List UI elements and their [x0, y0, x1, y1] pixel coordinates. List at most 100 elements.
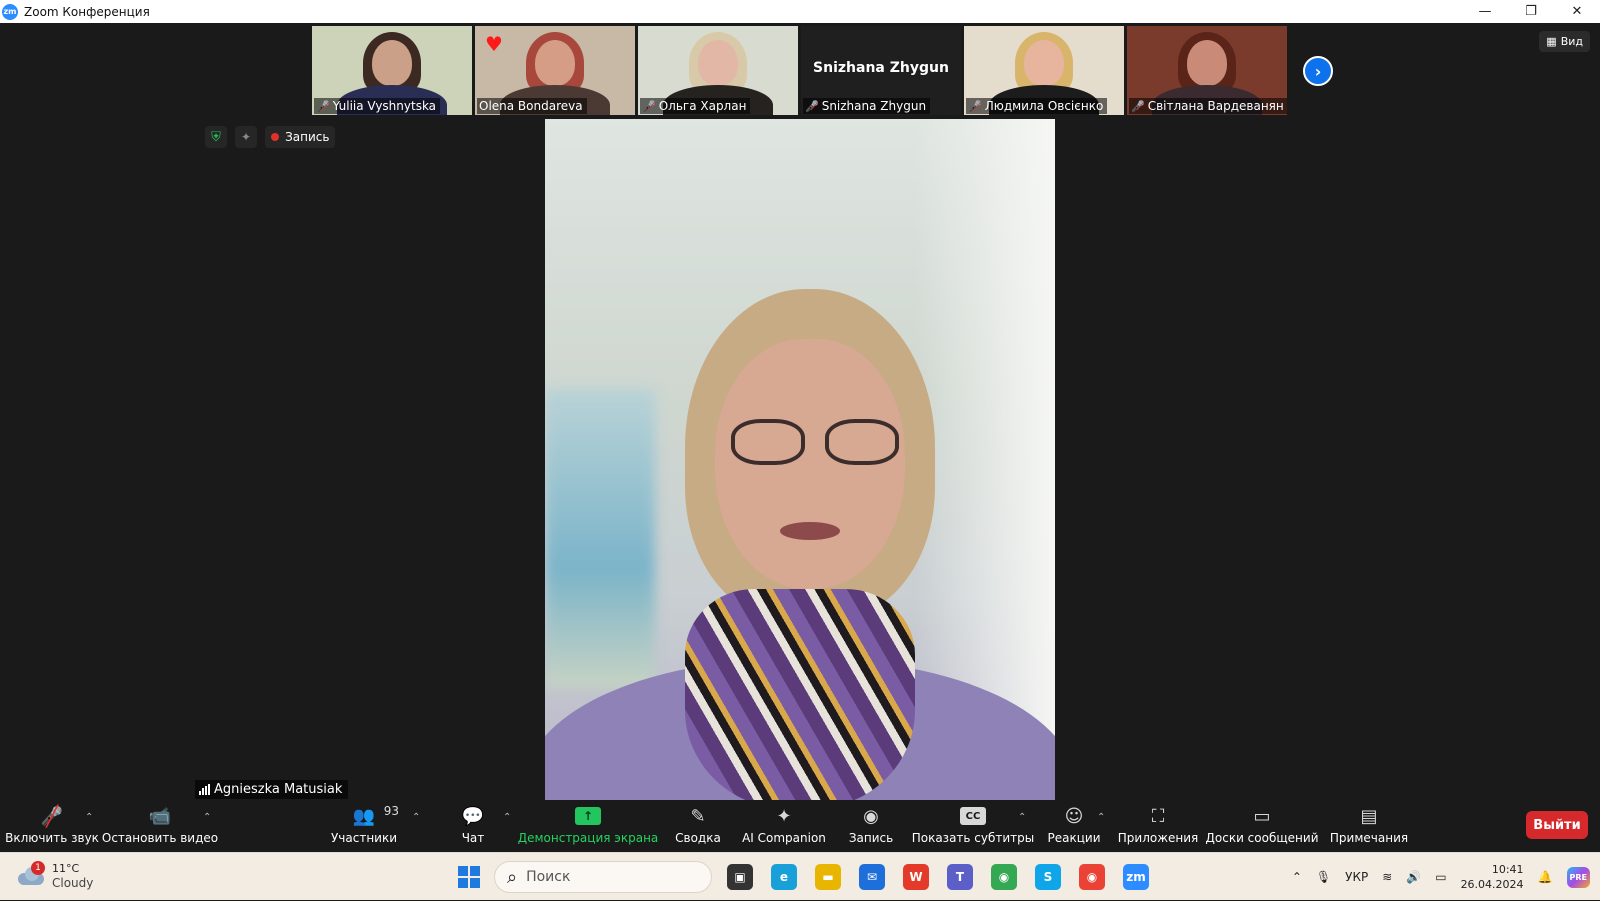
- participant-strip: 🎤̸ Yuliia Vyshnytska ♥ Olena Bondareva 🎤̸ Оль…: [312, 26, 1287, 115]
- participant-name: Людмила Овсієнко: [984, 99, 1104, 113]
- record-icon: ◉: [863, 805, 879, 827]
- video-camera-icon: 📹: [148, 805, 172, 827]
- taskbar-search[interactable]: ⌕ Поиск: [494, 861, 712, 893]
- meeting-stage: 🎤̸ Yuliia Vyshnytska ♥ Olena Bondareva 🎤̸ Оль…: [0, 23, 1600, 800]
- window-title-bar: zm Zoom Конференция — ❐ ✕: [0, 0, 1600, 23]
- participant-name: Ольга Харлан: [658, 99, 747, 113]
- ai-companion-status[interactable]: ✦: [235, 126, 258, 148]
- close-button[interactable]: ✕: [1554, 0, 1600, 23]
- microphone-icon[interactable]: 🎙: [1316, 870, 1331, 884]
- closed-captions-icon: CC: [960, 807, 986, 825]
- tile-name-tag: Olena Bondareva: [477, 98, 587, 114]
- explorer-app-icon[interactable]: ▬: [815, 864, 841, 890]
- speaker-mouth: [780, 522, 840, 540]
- participant-count: 93: [383, 804, 400, 818]
- skype-app-icon[interactable]: S: [1035, 864, 1061, 890]
- tray-overflow-chevron-icon[interactable]: ⌃: [1292, 870, 1302, 884]
- chrome-alt-app-icon[interactable]: ◉: [991, 864, 1017, 890]
- notifications-bell-icon[interactable]: 🔔: [1538, 870, 1553, 884]
- reactions-button[interactable]: ☺ Реакции: [1048, 803, 1101, 851]
- unmute-label: Включить звук: [5, 831, 99, 845]
- participants-options-caret-icon[interactable]: ⌃: [412, 812, 420, 823]
- mic-muted-icon: 🎤̸: [968, 99, 982, 113]
- meeting-status-row: ⛨ ✦ Запись: [205, 126, 336, 148]
- chat-bubble-icon: 💬: [461, 805, 485, 827]
- tile-person-face: [372, 40, 412, 86]
- restore-button[interactable]: ❐: [1508, 0, 1554, 23]
- chrome-app-icon[interactable]: ◉: [1079, 864, 1105, 890]
- windows-taskbar: 1 11°C Cloudy ⌕ Поиск ▣ e ▬ ✉ W T ◉ S ◉ zm ⌃ 🎙 УК…: [0, 852, 1600, 900]
- next-page-arrow-icon[interactable]: ›: [1303, 56, 1333, 86]
- video-options-caret-icon[interactable]: ⌃: [203, 812, 211, 823]
- show-captions-label: Показать субтитры: [911, 831, 1035, 845]
- sparkle-icon: ✦: [241, 130, 252, 144]
- mic-muted-icon: 🎤̸: [316, 99, 330, 113]
- audio-options-caret-icon[interactable]: ⌃: [85, 812, 93, 823]
- active-speaker-name: Agnieszka Matusiak: [214, 782, 343, 797]
- mail-app-icon[interactable]: ✉: [859, 864, 885, 890]
- tile-center-name: Snizhana Zhygun: [813, 60, 949, 76]
- notes-icon: ▤: [1360, 805, 1378, 827]
- chat-button[interactable]: 💬 Чат: [458, 803, 488, 851]
- windows-start-icon[interactable]: [458, 866, 480, 888]
- participants-button[interactable]: 👥 93 Участники: [331, 803, 399, 851]
- summary-button[interactable]: ✎ Сводка: [674, 803, 722, 851]
- teams-app-icon[interactable]: T: [947, 864, 973, 890]
- participant-name: Olena Bondareva: [479, 99, 583, 113]
- stop-video-button[interactable]: 📹 Остановить видео: [102, 803, 218, 851]
- whiteboards-label: Доски сообщений: [1205, 831, 1319, 845]
- participant-tile[interactable]: ♥ Olena Bondareva: [475, 26, 635, 115]
- participant-name: Snizhana Zhygun: [821, 99, 927, 113]
- apps-button[interactable]: ⛶ Приложения: [1118, 803, 1199, 851]
- record-button[interactable]: ◉ Запись: [849, 803, 893, 851]
- participant-tile[interactable]: 🎤̸ Ольга Харлан: [638, 26, 798, 115]
- recording-indicator[interactable]: Запись: [265, 126, 336, 148]
- weather-temperature: 11°C: [52, 862, 80, 875]
- language-indicator[interactable]: УКР: [1345, 870, 1368, 884]
- copilot-icon[interactable]: PRE: [1566, 866, 1590, 888]
- active-speaker-video[interactable]: [545, 119, 1055, 800]
- weather-widget[interactable]: 1 11°C Cloudy: [18, 861, 93, 891]
- speaker-glasses: [731, 419, 901, 469]
- wifi-icon[interactable]: ≋: [1382, 870, 1392, 884]
- captions-options-caret-icon[interactable]: ⌃: [1018, 812, 1026, 823]
- tile-person-face: [1024, 40, 1064, 86]
- captions-icon-wrap: CC: [960, 803, 986, 829]
- leave-button[interactable]: Выйти: [1526, 811, 1588, 839]
- task-view-app-icon[interactable]: ▣: [727, 864, 753, 890]
- tile-name-tag: 🎤̸ Yuliia Vyshnytska: [314, 98, 441, 114]
- view-button-label: Вид: [1560, 35, 1583, 48]
- battery-icon[interactable]: ▭: [1435, 870, 1446, 884]
- mic-muted-icon: 🎤 ╱: [40, 804, 64, 828]
- tile-name-tag: 🎤̸ Snizhana Zhygun: [803, 98, 931, 114]
- view-button[interactable]: ▦ Вид: [1539, 31, 1590, 52]
- encryption-status[interactable]: ⛨: [205, 126, 227, 148]
- participant-tile[interactable]: 🎤̸ Світлана Вардеванян: [1127, 26, 1287, 115]
- zoom-logo-icon: zm: [2, 3, 18, 20]
- show-captions-button[interactable]: CC Показать субтитры: [912, 803, 1034, 851]
- taskbar-clock[interactable]: 10:41 26.04.2024: [1461, 862, 1524, 892]
- volume-icon[interactable]: 🔊: [1406, 870, 1421, 884]
- zoom-app-icon[interactable]: zm: [1123, 864, 1149, 890]
- mic-muted-icon: 🎤̸: [805, 99, 819, 113]
- share-screen-button[interactable]: ↑ Демонстрация экрана: [518, 803, 658, 851]
- participant-tile[interactable]: 🎤̸ Людмила Овсієнко: [964, 26, 1124, 115]
- participants-icon-wrap: 👥 93: [353, 803, 399, 829]
- participant-tile[interactable]: Snizhana Zhygun 🎤̸ Snizhana Zhygun: [801, 26, 961, 115]
- edge-app-icon[interactable]: e: [771, 864, 797, 890]
- heart-reaction-icon: ♥: [485, 32, 503, 56]
- wps-app-icon[interactable]: W: [903, 864, 929, 890]
- meeting-toolbar: 🎤 ╱ Включить звук ⌃ 📹 Остановить видео ⌃ …: [0, 800, 1600, 852]
- tile-name-tag: 🎤̸ Ольга Харлан: [640, 98, 751, 114]
- share-screen-icon: ↑: [575, 807, 601, 825]
- reactions-options-caret-icon[interactable]: ⌃: [1097, 812, 1105, 823]
- whiteboards-button[interactable]: ▭ Доски сообщений: [1205, 803, 1319, 851]
- chat-options-caret-icon[interactable]: ⌃: [503, 812, 511, 823]
- participant-tile[interactable]: 🎤̸ Yuliia Vyshnytska: [312, 26, 472, 115]
- apps-label: Приложения: [1117, 831, 1199, 845]
- notes-button[interactable]: ▤ Примечания: [1330, 803, 1408, 851]
- minimize-button[interactable]: —: [1462, 0, 1508, 23]
- emoji-icon: ☺: [1064, 805, 1084, 827]
- unmute-button[interactable]: 🎤 ╱ Включить звук: [5, 803, 99, 851]
- ai-companion-button[interactable]: ✦ AI Companion: [742, 803, 826, 851]
